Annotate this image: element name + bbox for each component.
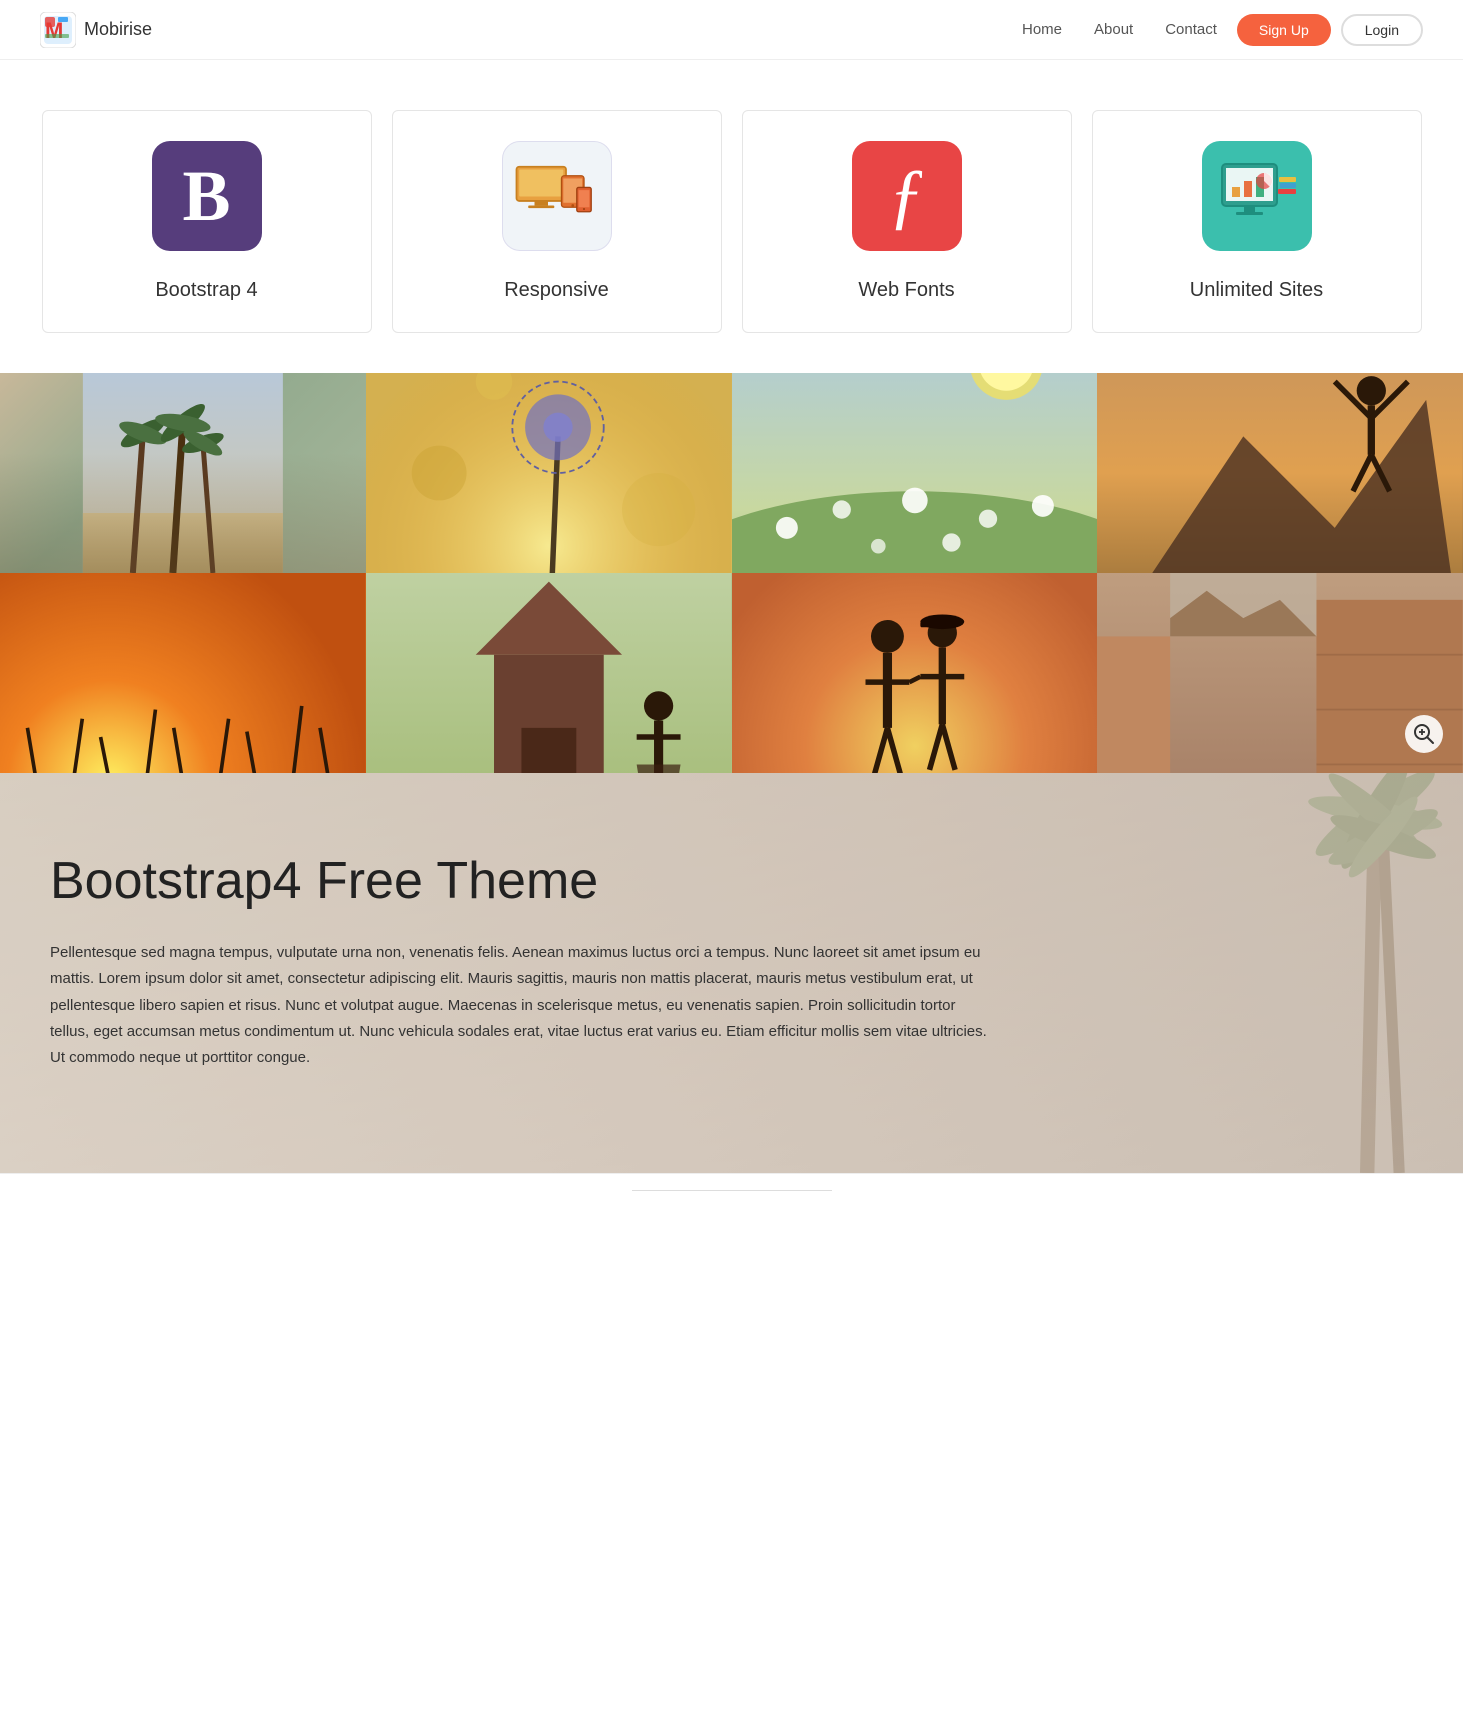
nav-links: Home About Contact bbox=[1022, 21, 1217, 38]
gallery-section bbox=[0, 373, 1463, 773]
login-button[interactable]: Login bbox=[1341, 14, 1423, 46]
gallery-photo-4 bbox=[1097, 373, 1463, 573]
unlimited-icon bbox=[1202, 141, 1312, 251]
content-heading: Bootstrap4 Free Theme bbox=[50, 853, 990, 910]
zoom-icon bbox=[1413, 723, 1435, 745]
signup-button[interactable]: Sign Up bbox=[1237, 14, 1331, 46]
bootstrap-icon: B bbox=[152, 141, 262, 251]
feature-card-bootstrap: B Bootstrap 4 bbox=[42, 110, 372, 333]
sunset-silhouette bbox=[1097, 373, 1463, 573]
gallery-cell-2 bbox=[366, 373, 732, 573]
feature-card-webfonts: ƒ Web Fonts bbox=[742, 110, 1072, 333]
feature-title-unlimited: Unlimited Sites bbox=[1190, 279, 1323, 302]
gallery-photo-6 bbox=[366, 573, 732, 773]
feature-title-webfonts: Web Fonts bbox=[858, 279, 954, 302]
barn-scene bbox=[366, 573, 732, 773]
devices-svg-icon bbox=[512, 161, 602, 231]
nav-home[interactable]: Home bbox=[1022, 21, 1062, 38]
golden-hour bbox=[0, 573, 366, 773]
feature-card-responsive: Responsive bbox=[392, 110, 722, 333]
unlimited-sites-svg-icon bbox=[1212, 159, 1302, 234]
gallery-cell-6 bbox=[366, 573, 732, 773]
nav-contact[interactable]: Contact bbox=[1165, 21, 1217, 38]
feature-title-bootstrap: Bootstrap 4 bbox=[155, 279, 257, 302]
bottom-divider bbox=[632, 1190, 832, 1191]
mobirise-logo-icon: M bbox=[40, 12, 76, 48]
flower-silhouette bbox=[366, 373, 732, 573]
content-inner: Bootstrap4 Free Theme Pellentesque sed m… bbox=[50, 853, 990, 1071]
features-grid: B Bootstrap 4 bbox=[42, 110, 1422, 333]
content-body: Pellentesque sed magna tempus, vulputate… bbox=[50, 940, 990, 1071]
bottom-bar bbox=[0, 1173, 1463, 1207]
responsive-icon bbox=[502, 141, 612, 251]
gallery-photo-7 bbox=[732, 573, 1098, 773]
gallery-photo-3 bbox=[732, 373, 1098, 573]
feature-card-unlimited: Unlimited Sites bbox=[1092, 110, 1422, 333]
webfonts-icon: ƒ bbox=[852, 141, 962, 251]
gallery-cell-8 bbox=[1097, 573, 1463, 773]
feature-title-responsive: Responsive bbox=[504, 279, 609, 302]
nav-about[interactable]: About bbox=[1094, 21, 1133, 38]
gallery-cell-7 bbox=[732, 573, 1098, 773]
features-section: B Bootstrap 4 bbox=[0, 60, 1463, 373]
content-section: Bootstrap4 Free Theme Pellentesque sed m… bbox=[0, 773, 1463, 1173]
zoom-button[interactable] bbox=[1405, 715, 1443, 753]
gallery-cell-3 bbox=[732, 373, 1098, 573]
gallery-photo-5 bbox=[0, 573, 366, 773]
gallery-cell-5 bbox=[0, 573, 366, 773]
gallery-cell-1 bbox=[0, 373, 366, 573]
couple-sunset bbox=[732, 573, 1098, 773]
gallery-cell-4 bbox=[1097, 373, 1463, 573]
palm-silhouette bbox=[0, 373, 366, 573]
field-flowers bbox=[732, 373, 1098, 573]
brand-name: Mobirise bbox=[84, 19, 152, 40]
gallery-photo-1 bbox=[0, 373, 366, 573]
brand-logo[interactable]: M Mobirise bbox=[40, 12, 152, 48]
gallery-photo-2 bbox=[366, 373, 732, 573]
navbar: M Mobirise Home About Contact Sign Up Lo… bbox=[0, 0, 1463, 60]
